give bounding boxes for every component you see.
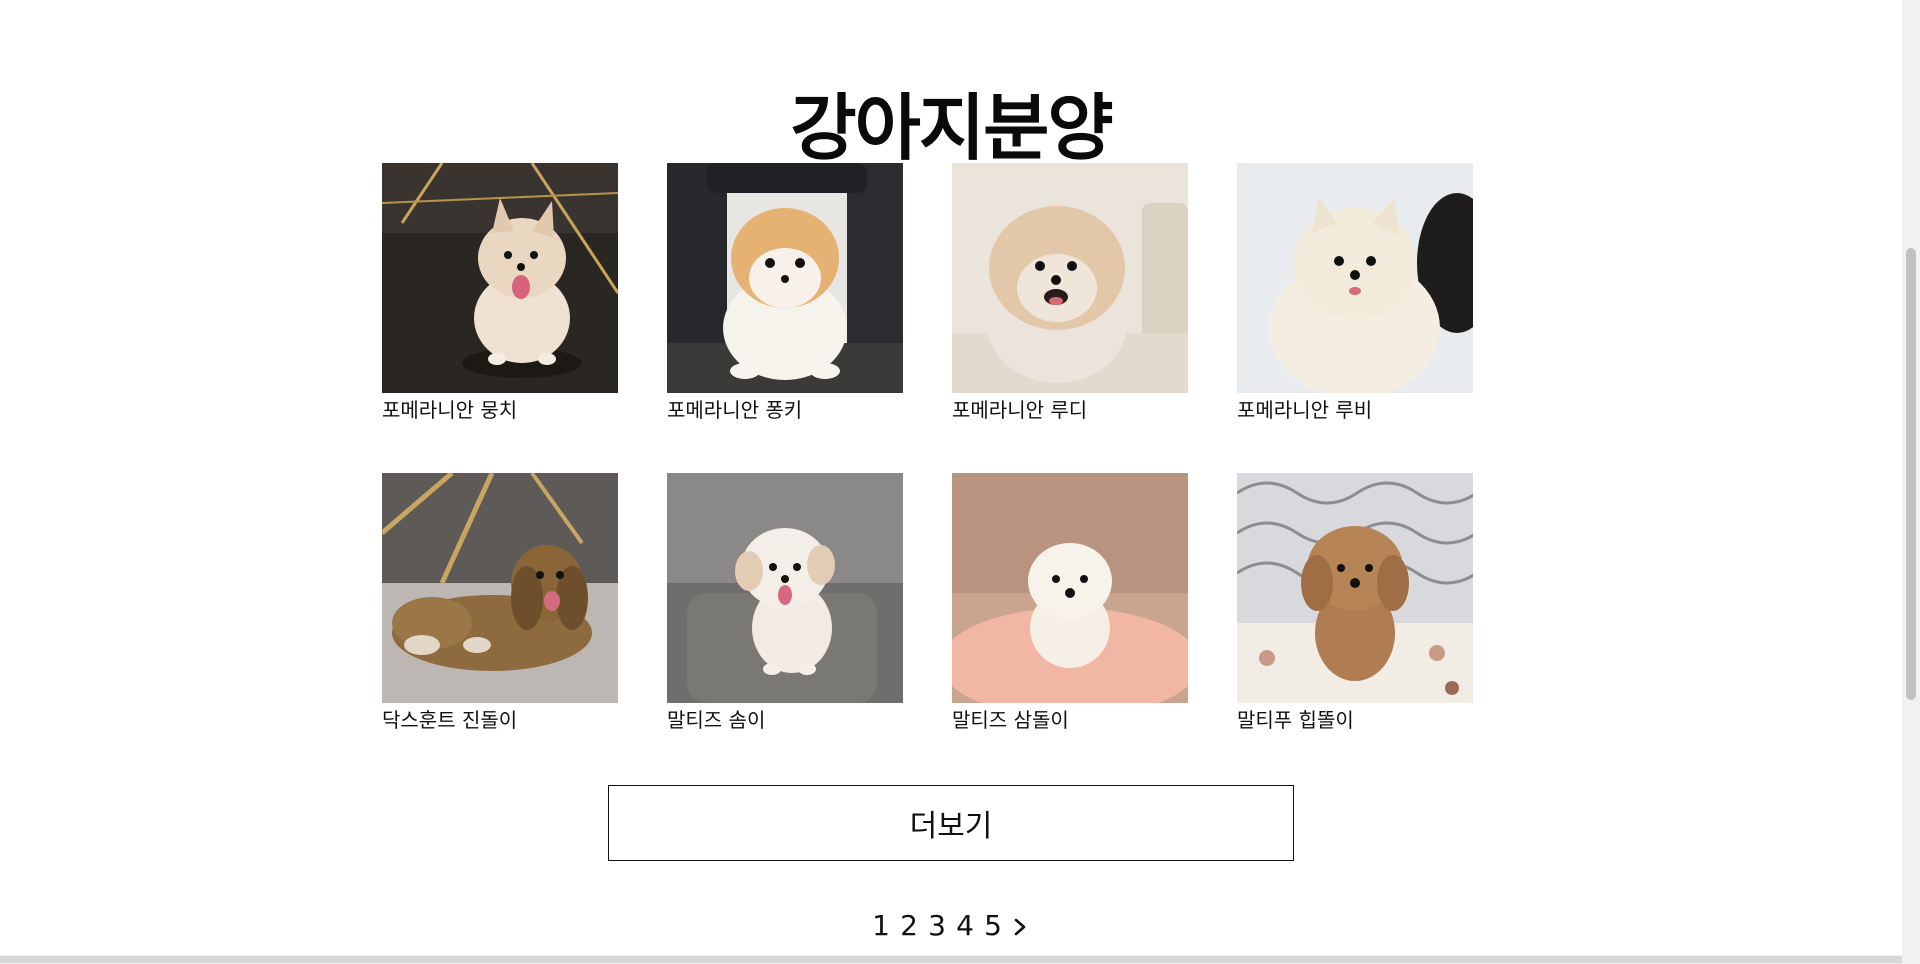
pagination: 1 2 3 4 5 [0,908,1902,944]
dog-photo[interactable] [382,473,618,703]
dog-card[interactable]: 포메라니안 퐁키 [667,163,903,424]
dog-photo[interactable] [1237,473,1473,703]
dog-card[interactable]: 닥스훈트 진돌이 [382,473,618,734]
maltese-on-chair-photo [667,473,903,703]
cream-pomeranian-on-dark-floor-photo [382,163,618,393]
dog-photo[interactable] [667,163,903,393]
horizontal-scrollbar-thumb[interactable] [0,956,1902,963]
page-link-5[interactable]: 5 [982,908,1004,944]
dog-card[interactable]: 포메라니안 루비 [1237,163,1473,424]
dog-card[interactable]: 말티푸 힙똘이 [1237,473,1473,734]
dog-photo[interactable] [1237,163,1473,393]
maltese-on-pink-blanket-photo [952,473,1188,703]
page-link-3[interactable]: 3 [926,908,948,944]
dog-name[interactable]: 말티즈 솜이 [667,706,903,734]
page-title: 강아지분양 [790,86,1113,171]
fluffy-pomeranian-on-sofa-photo [952,163,1188,393]
scrollbar-thumb[interactable] [1906,248,1916,700]
long-haired-dachshund-photo [382,473,618,703]
vertical-scrollbar[interactable] [1902,0,1920,964]
dog-photo[interactable] [382,163,618,393]
page-link-4[interactable]: 4 [954,908,976,944]
horizontal-scrollbar[interactable] [0,955,1902,964]
dog-photo[interactable] [952,473,1188,703]
dog-name[interactable]: 닥스훈트 진돌이 [382,706,618,734]
dog-name[interactable]: 포메라니안 루디 [952,396,1188,424]
page-link-2[interactable]: 2 [898,908,920,944]
dog-photo[interactable] [667,473,903,703]
page: 강아지분양 포메라니안 뭉치 포메라니안 퐁키 포메라니안 루디 포메라니안 루… [0,0,1920,964]
dog-photo[interactable] [952,163,1188,393]
dog-name[interactable]: 포메라니안 뭉치 [382,396,618,424]
dog-name[interactable]: 말티즈 삼돌이 [952,706,1188,734]
dog-card[interactable]: 말티즈 삼돌이 [952,473,1188,734]
orange-white-pomeranian-puppy-photo [667,163,903,393]
dog-card[interactable]: 포메라니안 루디 [952,163,1188,424]
dog-name[interactable]: 포메라니안 퐁키 [667,396,903,424]
main-content: 강아지분양 포메라니안 뭉치 포메라니안 퐁키 포메라니안 루디 포메라니안 루… [0,0,1902,955]
dog-card[interactable]: 포메라니안 뭉치 [382,163,618,424]
dog-card[interactable]: 말티즈 솜이 [667,473,903,734]
brown-maltipoo-photo [1237,473,1473,703]
page-link-1[interactable]: 1 [870,908,892,944]
dog-name[interactable]: 포메라니안 루비 [1237,396,1473,424]
white-pomeranian-photo [1237,163,1473,393]
dog-name[interactable]: 말티푸 힙똘이 [1237,706,1473,734]
load-more-button[interactable]: 더보기 [608,785,1294,861]
next-page-button[interactable] [1010,908,1032,944]
chevron-right-icon [1014,918,1026,936]
